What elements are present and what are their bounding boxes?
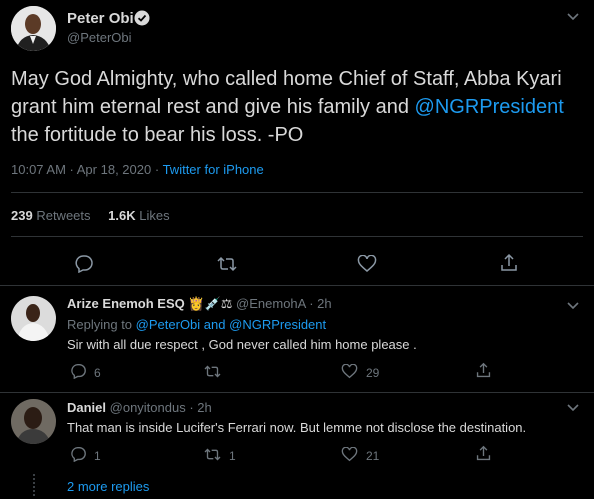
retweets-stat[interactable]: 239 Retweets xyxy=(11,208,94,223)
reply-icon[interactable] xyxy=(74,254,94,273)
more-replies-link[interactable]: 2 more replies xyxy=(67,479,149,494)
reply-text: Sir with all due respect , God never cal… xyxy=(67,337,417,352)
share-icon[interactable] xyxy=(499,253,519,273)
reply-icon[interactable] xyxy=(70,446,87,462)
retweet-icon[interactable] xyxy=(216,255,238,273)
like-icon[interactable] xyxy=(357,255,377,273)
retweet-icon[interactable] xyxy=(203,364,222,379)
like-count: 29 xyxy=(366,366,380,380)
divider xyxy=(11,192,583,193)
replying-mention-2[interactable]: @NGRPresident xyxy=(229,317,326,332)
tweet-time[interactable]: 10:07 AM · Apr 18, 2020 xyxy=(11,162,151,177)
author-name[interactable]: Peter Obi xyxy=(67,10,134,27)
replying-to: Replying to @PeterObi and @NGRPresident xyxy=(67,317,326,332)
reply-author-emojis: 👸💉⚖ xyxy=(188,296,233,311)
likes-label: Likes xyxy=(139,208,170,223)
reply-header: Arize Enemoh ESQ 👸💉⚖ @EnemohA · 2h xyxy=(67,296,332,312)
verified-badge-icon xyxy=(134,10,150,26)
like-count: 21 xyxy=(366,449,380,463)
divider xyxy=(0,285,594,286)
tweet-text-part2: the fortitude to bear his loss. -PO xyxy=(11,124,304,146)
reply-count: 6 xyxy=(94,366,101,380)
reply-author-name[interactable]: Arize Enemoh ESQ xyxy=(67,296,185,311)
share-icon[interactable] xyxy=(475,445,492,462)
reply-avatar[interactable] xyxy=(11,296,56,341)
author-avatar[interactable] xyxy=(11,6,56,51)
reply-header: Daniel @onyitondus · 2h xyxy=(67,400,212,415)
likes-stat[interactable]: 1.6K Likes xyxy=(108,208,169,223)
tweet-meta: 10:07 AM · Apr 18, 2020 · Twitter for iP… xyxy=(11,162,264,177)
reply-icon[interactable] xyxy=(70,363,87,379)
tweet-text: May God Almighty, who called home Chief … xyxy=(11,65,586,149)
share-icon[interactable] xyxy=(475,362,492,379)
reply-text: That man is inside Lucifer's Ferrari now… xyxy=(67,420,527,435)
reply-author-name[interactable]: Daniel xyxy=(67,400,106,415)
like-icon[interactable] xyxy=(341,447,358,462)
divider xyxy=(0,392,594,393)
retweets-label: Retweets xyxy=(36,208,91,223)
chevron-down-icon[interactable] xyxy=(566,10,580,25)
chevron-down-icon[interactable] xyxy=(566,401,580,416)
replying-prefix: Replying to xyxy=(67,317,133,332)
reply-time[interactable]: · 2h xyxy=(309,296,331,311)
replying-and: and xyxy=(203,317,226,332)
likes-count: 1.6K xyxy=(108,208,136,223)
author-handle[interactable]: @PeterObi xyxy=(67,30,132,45)
tweet-stats: 239 Retweets 1.6K Likes xyxy=(11,208,170,223)
like-icon[interactable] xyxy=(341,364,358,379)
reply-author-handle[interactable]: @EnemohA xyxy=(236,296,306,311)
tweet-source[interactable]: Twitter for iPhone xyxy=(163,162,264,177)
reply-author-handle[interactable]: @onyitondus xyxy=(110,400,186,415)
thread-connector-dots xyxy=(33,474,37,496)
reply-count: 1 xyxy=(94,449,101,463)
replying-mention-1[interactable]: @PeterObi xyxy=(136,317,201,332)
retweets-count: 239 xyxy=(11,208,33,223)
retweet-icon[interactable] xyxy=(203,447,222,462)
divider xyxy=(11,236,583,237)
chevron-down-icon[interactable] xyxy=(566,299,580,314)
mention-link[interactable]: @NGRPresident xyxy=(415,96,564,118)
reply-time[interactable]: · 2h xyxy=(189,400,211,415)
retweet-count: 1 xyxy=(229,449,236,463)
reply-avatar[interactable] xyxy=(11,399,56,444)
meta-separator: · xyxy=(154,162,160,177)
